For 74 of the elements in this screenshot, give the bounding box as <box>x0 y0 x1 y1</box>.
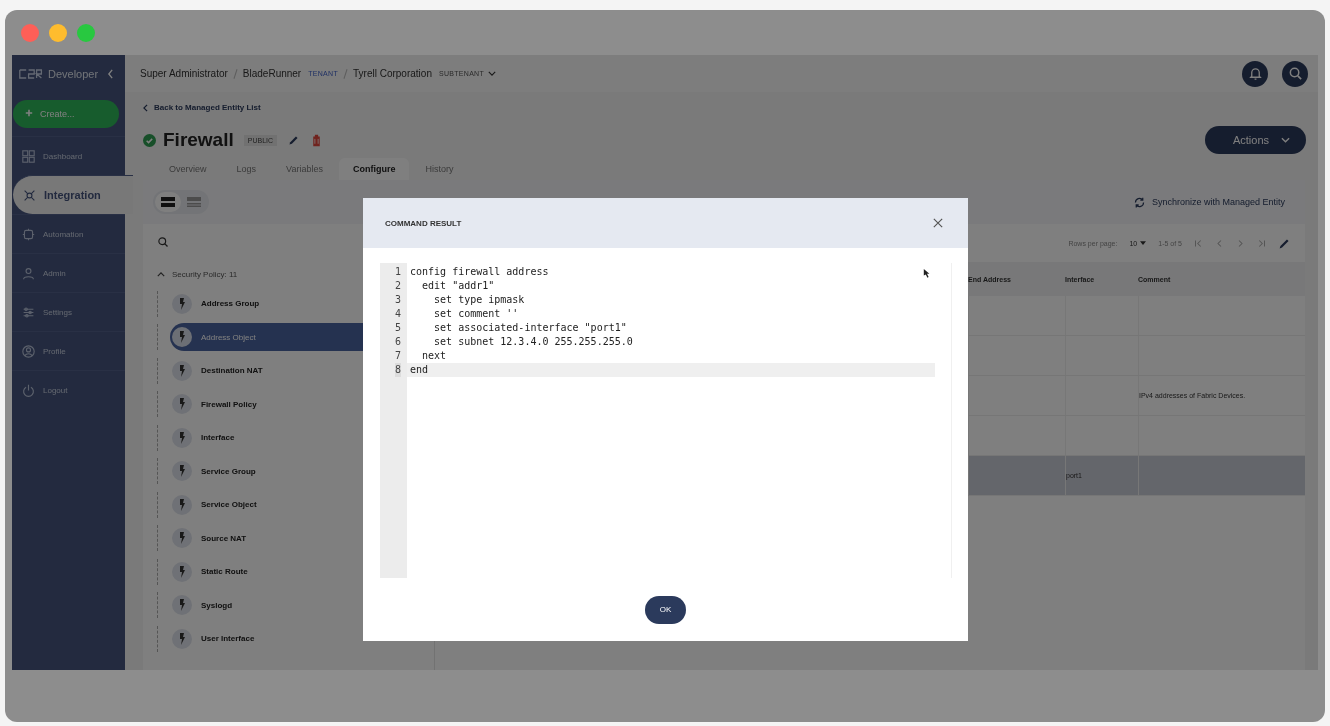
bolt-icon <box>172 628 192 649</box>
split-view-button[interactable] <box>155 192 181 212</box>
pointer-icon <box>923 268 931 278</box>
bolt-icon <box>172 327 192 348</box>
person-icon <box>22 266 35 280</box>
first-page-icon[interactable] <box>1194 238 1203 248</box>
tree-item[interactable]: Syslogd <box>170 591 434 620</box>
last-page-icon[interactable] <box>1257 238 1266 248</box>
code-line: set subnet 12.3.4.0 255.255.255.0 <box>433 336 633 347</box>
tab[interactable]: Configure <box>338 158 410 180</box>
tab[interactable]: Logs <box>222 158 271 180</box>
line-number: 1 <box>394 265 401 279</box>
sync-icon <box>1132 195 1146 209</box>
bolt-icon <box>172 528 192 549</box>
code-line: end <box>410 364 429 375</box>
search-icon[interactable] <box>157 236 169 248</box>
breadcrumb-link[interactable]: Tyrell Corporation <box>353 68 432 79</box>
code-editor[interactable]: 1 2 3 4 5 6 7 8 config firewall address edit "addr1" set type ipmask set comment '' set associated-interface "port1" set subnet 12.3.4.0 255.255.255.0 next end <box>380 263 952 578</box>
bolt-icon <box>172 427 192 448</box>
notifications-button[interactable] <box>1242 60 1268 87</box>
line-number: 3 <box>394 293 401 307</box>
code-line: edit "addr1" <box>421 280 495 291</box>
breadcrumb-link[interactable]: BladeRunner <box>242 68 302 79</box>
list-icon <box>187 197 201 207</box>
caret-icon <box>1281 137 1290 143</box>
line-number: 4 <box>394 307 401 321</box>
line-number: 6 <box>394 335 401 349</box>
search-icon <box>1287 66 1303 81</box>
bolt-icon <box>172 293 192 314</box>
grid-icon <box>22 149 35 163</box>
close-icon[interactable] <box>933 218 943 228</box>
bolt-icon <box>172 561 192 582</box>
sliders-icon <box>22 305 35 319</box>
code-line: next <box>421 350 447 361</box>
minimize-window-button[interactable] <box>49 23 67 42</box>
check-circle-icon <box>143 133 156 147</box>
user-circle-icon <box>22 344 35 358</box>
bolt-icon <box>172 360 192 381</box>
ok-button[interactable]: OK <box>645 595 686 624</box>
collapse-icon[interactable] <box>107 69 115 79</box>
tab[interactable]: Variables <box>272 158 337 180</box>
bolt-icon <box>172 595 192 616</box>
bolt-icon <box>172 461 192 482</box>
workspace-name: Developer <box>48 68 99 80</box>
split-view-icon <box>161 197 175 207</box>
breadcrumb-link[interactable]: Super Administrator <box>140 68 228 79</box>
code-line: config firewall address <box>410 266 549 277</box>
dialog-title: COMMAND RESULT <box>385 218 462 228</box>
synchronize-link[interactable]: Synchronize with Managed Entity <box>1132 195 1285 209</box>
line-number: 8 <box>394 363 401 377</box>
caret-icon <box>1140 241 1147 245</box>
bolt-icon <box>172 494 192 515</box>
logo-icon <box>19 68 43 80</box>
search-button[interactable] <box>1282 60 1308 87</box>
plus-icon <box>25 109 33 117</box>
code-line: set associated-interface "port1" <box>433 322 627 333</box>
entity-title: Firewall <box>163 129 234 151</box>
line-number: 7 <box>394 349 401 363</box>
tab[interactable]: History <box>411 158 468 180</box>
actions-button[interactable]: Actions <box>1204 126 1306 154</box>
bolt-icon <box>172 394 192 415</box>
code-line: set comment '' <box>433 308 519 319</box>
tab[interactable]: Overview <box>155 158 221 180</box>
tree-item[interactable]: User Interface <box>170 624 434 653</box>
power-icon <box>22 383 35 397</box>
caret-icon[interactable] <box>488 71 497 76</box>
bell-icon <box>1247 66 1263 81</box>
back-link[interactable]: Back to Managed Entity List <box>154 103 261 112</box>
chevron-left-icon <box>143 103 148 112</box>
code-line: set type ipmask <box>433 294 525 305</box>
line-number: 5 <box>394 321 401 335</box>
nav-item[interactable]: Integration <box>13 175 133 214</box>
chevron-icon <box>157 272 165 277</box>
line-number: 2 <box>394 279 401 293</box>
